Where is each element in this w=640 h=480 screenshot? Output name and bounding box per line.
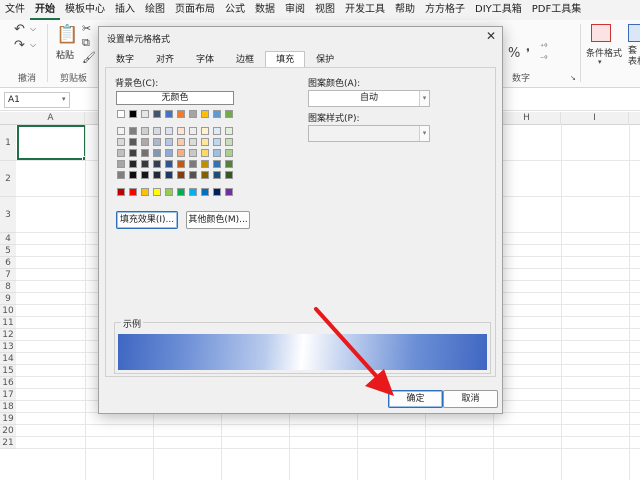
arrow-shaft xyxy=(314,307,380,380)
annotation-arrow xyxy=(314,307,394,396)
arrow-head xyxy=(365,369,394,396)
